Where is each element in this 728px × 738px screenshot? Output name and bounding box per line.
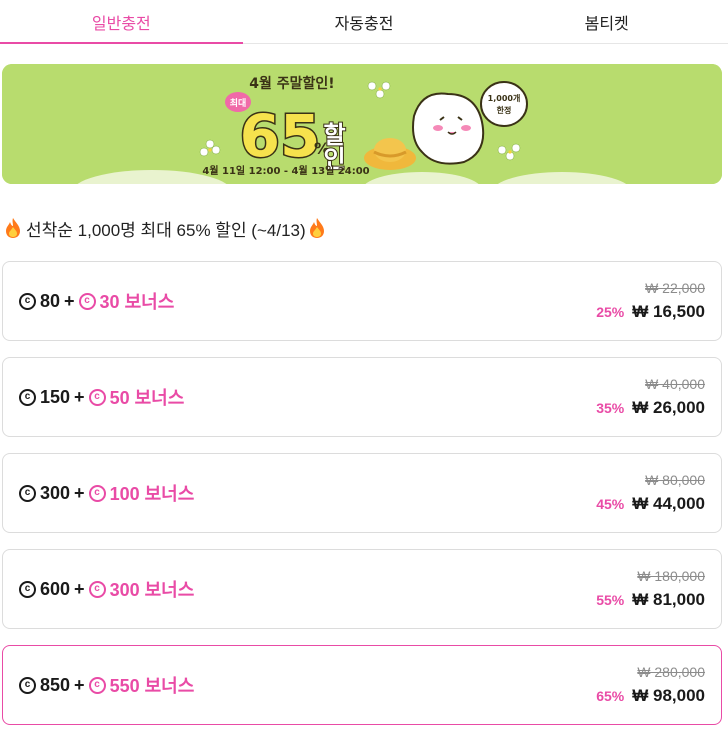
coin-amount: c 300 + c 100 보너스 — [19, 454, 194, 532]
bonus-amount: c 30 보너스 — [78, 288, 175, 314]
product-card[interactable]: c 150 + c 50 보너스 ₩ 40,000 35% ₩ 26,000 — [2, 357, 722, 437]
discount-rate: 65% — [596, 688, 625, 704]
bonus-label: 50 보너스 — [109, 388, 185, 408]
bonus-label: 550 보너스 — [109, 676, 195, 696]
plus-sign: + — [64, 290, 75, 311]
coin-count: 850 — [40, 674, 71, 695]
banner-percent: 65 — [240, 102, 321, 170]
price-block: ₩ 80,000 45% ₩ 44,000 — [596, 454, 705, 532]
bonus-label: 300 보너스 — [109, 580, 195, 600]
tab-spring-ticket[interactable]: 봄티켓 — [485, 0, 728, 43]
bonus-coin-icon: c — [88, 676, 106, 694]
original-price: ₩ 40,000 — [645, 376, 705, 392]
coin-amount: c 80 + c 30 보너스 — [19, 262, 174, 340]
original-price: ₩ 180,000 — [637, 568, 705, 584]
plus-sign: + — [74, 386, 85, 407]
bonus-coin-icon: c — [88, 580, 106, 598]
sale-price: ₩ 98,000 — [632, 686, 705, 705]
coin-icon: c — [19, 484, 36, 502]
bonus-amount: c 50 보너스 — [88, 384, 185, 410]
charge-tabs: 일반충전 자동충전 봄티켓 — [0, 0, 728, 44]
sale-price: ₩ 44,000 — [632, 494, 705, 513]
plus-sign: + — [74, 482, 85, 503]
original-price: ₩ 280,000 — [637, 664, 705, 680]
coin-count: 80 — [40, 290, 61, 311]
coin-icon: c — [19, 580, 36, 598]
price-block: ₩ 22,000 25% ₩ 16,500 — [596, 262, 705, 340]
plus-sign: + — [74, 578, 85, 599]
promo-notice: 선착순 1,000명 최대 65% 할인 (~4/13) — [4, 216, 326, 240]
product-card-best[interactable]: c 850 + c 550 보너스 ₩ 280,000 65% ₩ 98,000 — [2, 645, 722, 725]
promo-banner-art: 4월 주말할인! 최대 65 % 할인 4월 11일 12:00 - 4월 13… — [2, 64, 722, 184]
bonus-label: 30 보너스 — [99, 292, 175, 312]
price-block: ₩ 180,000 55% ₩ 81,000 — [596, 550, 705, 628]
bonus-amount: c 300 보너스 — [88, 576, 195, 602]
sale-price: ₩ 81,000 — [632, 590, 705, 609]
original-price: ₩ 22,000 — [645, 280, 705, 296]
discount-rate: 45% — [596, 496, 625, 512]
product-card[interactable]: c 300 + c 100 보너스 ₩ 80,000 45% ₩ 44,000 — [2, 453, 722, 533]
bonus-coin-icon: c — [88, 388, 106, 406]
product-card[interactable]: c 80 + c 30 보너스 ₩ 22,000 25% ₩ 16,500 — [2, 261, 722, 341]
bonus-label: 100 보너스 — [109, 484, 195, 504]
promo-banner[interactable]: 4월 주말할인! 최대 65 % 할인 4월 11일 12:00 - 4월 13… — [2, 64, 722, 184]
bonus-amount: c 550 보너스 — [88, 672, 195, 698]
bonus-coin-icon: c — [88, 484, 106, 502]
discount-rate: 55% — [596, 592, 625, 608]
tab-general-charge[interactable]: 일반충전 — [0, 0, 243, 44]
price-block: ₩ 280,000 65% ₩ 98,000 — [596, 646, 705, 724]
discount-rate: 35% — [596, 400, 625, 416]
coin-amount: c 600 + c 300 보너스 — [19, 550, 194, 628]
coin-icon: c — [19, 292, 36, 310]
tab-auto-charge[interactable]: 자동충전 — [243, 0, 486, 43]
coin-amount: c 150 + c 50 보너스 — [19, 358, 184, 436]
bonus-amount: c 100 보너스 — [88, 480, 195, 506]
sale-price: ₩ 26,000 — [632, 398, 705, 417]
coin-count: 600 — [40, 578, 71, 599]
bonus-coin-icon: c — [78, 292, 96, 310]
banner-headline: 4월 주말할인! — [249, 75, 334, 92]
original-price: ₩ 80,000 — [645, 472, 705, 488]
plus-sign: + — [74, 674, 85, 695]
price-block: ₩ 40,000 35% ₩ 26,000 — [596, 358, 705, 436]
discount-rate: 25% — [596, 304, 625, 320]
coin-count: 300 — [40, 482, 71, 503]
coin-amount: c 850 + c 550 보너스 — [19, 646, 194, 724]
coin-icon: c — [19, 676, 36, 694]
banner-discount-word: 할인 — [318, 122, 346, 170]
coin-count: 150 — [40, 386, 71, 407]
product-card[interactable]: c 600 + c 300 보너스 ₩ 180,000 55% ₩ 81,000 — [2, 549, 722, 629]
fire-icon — [6, 218, 20, 238]
banner-bubble-line2: 한정 — [497, 105, 512, 115]
coin-icon: c — [19, 388, 36, 406]
banner-bubble-line1: 1,000개 — [488, 93, 521, 103]
banner-period: 4월 11일 12:00 - 4월 13일 24:00 — [202, 164, 369, 177]
promo-text: 선착순 1,000명 최대 65% 할인 (~4/13) — [26, 220, 306, 240]
sale-price: ₩ 16,500 — [632, 302, 705, 321]
fire-icon — [309, 218, 324, 238]
